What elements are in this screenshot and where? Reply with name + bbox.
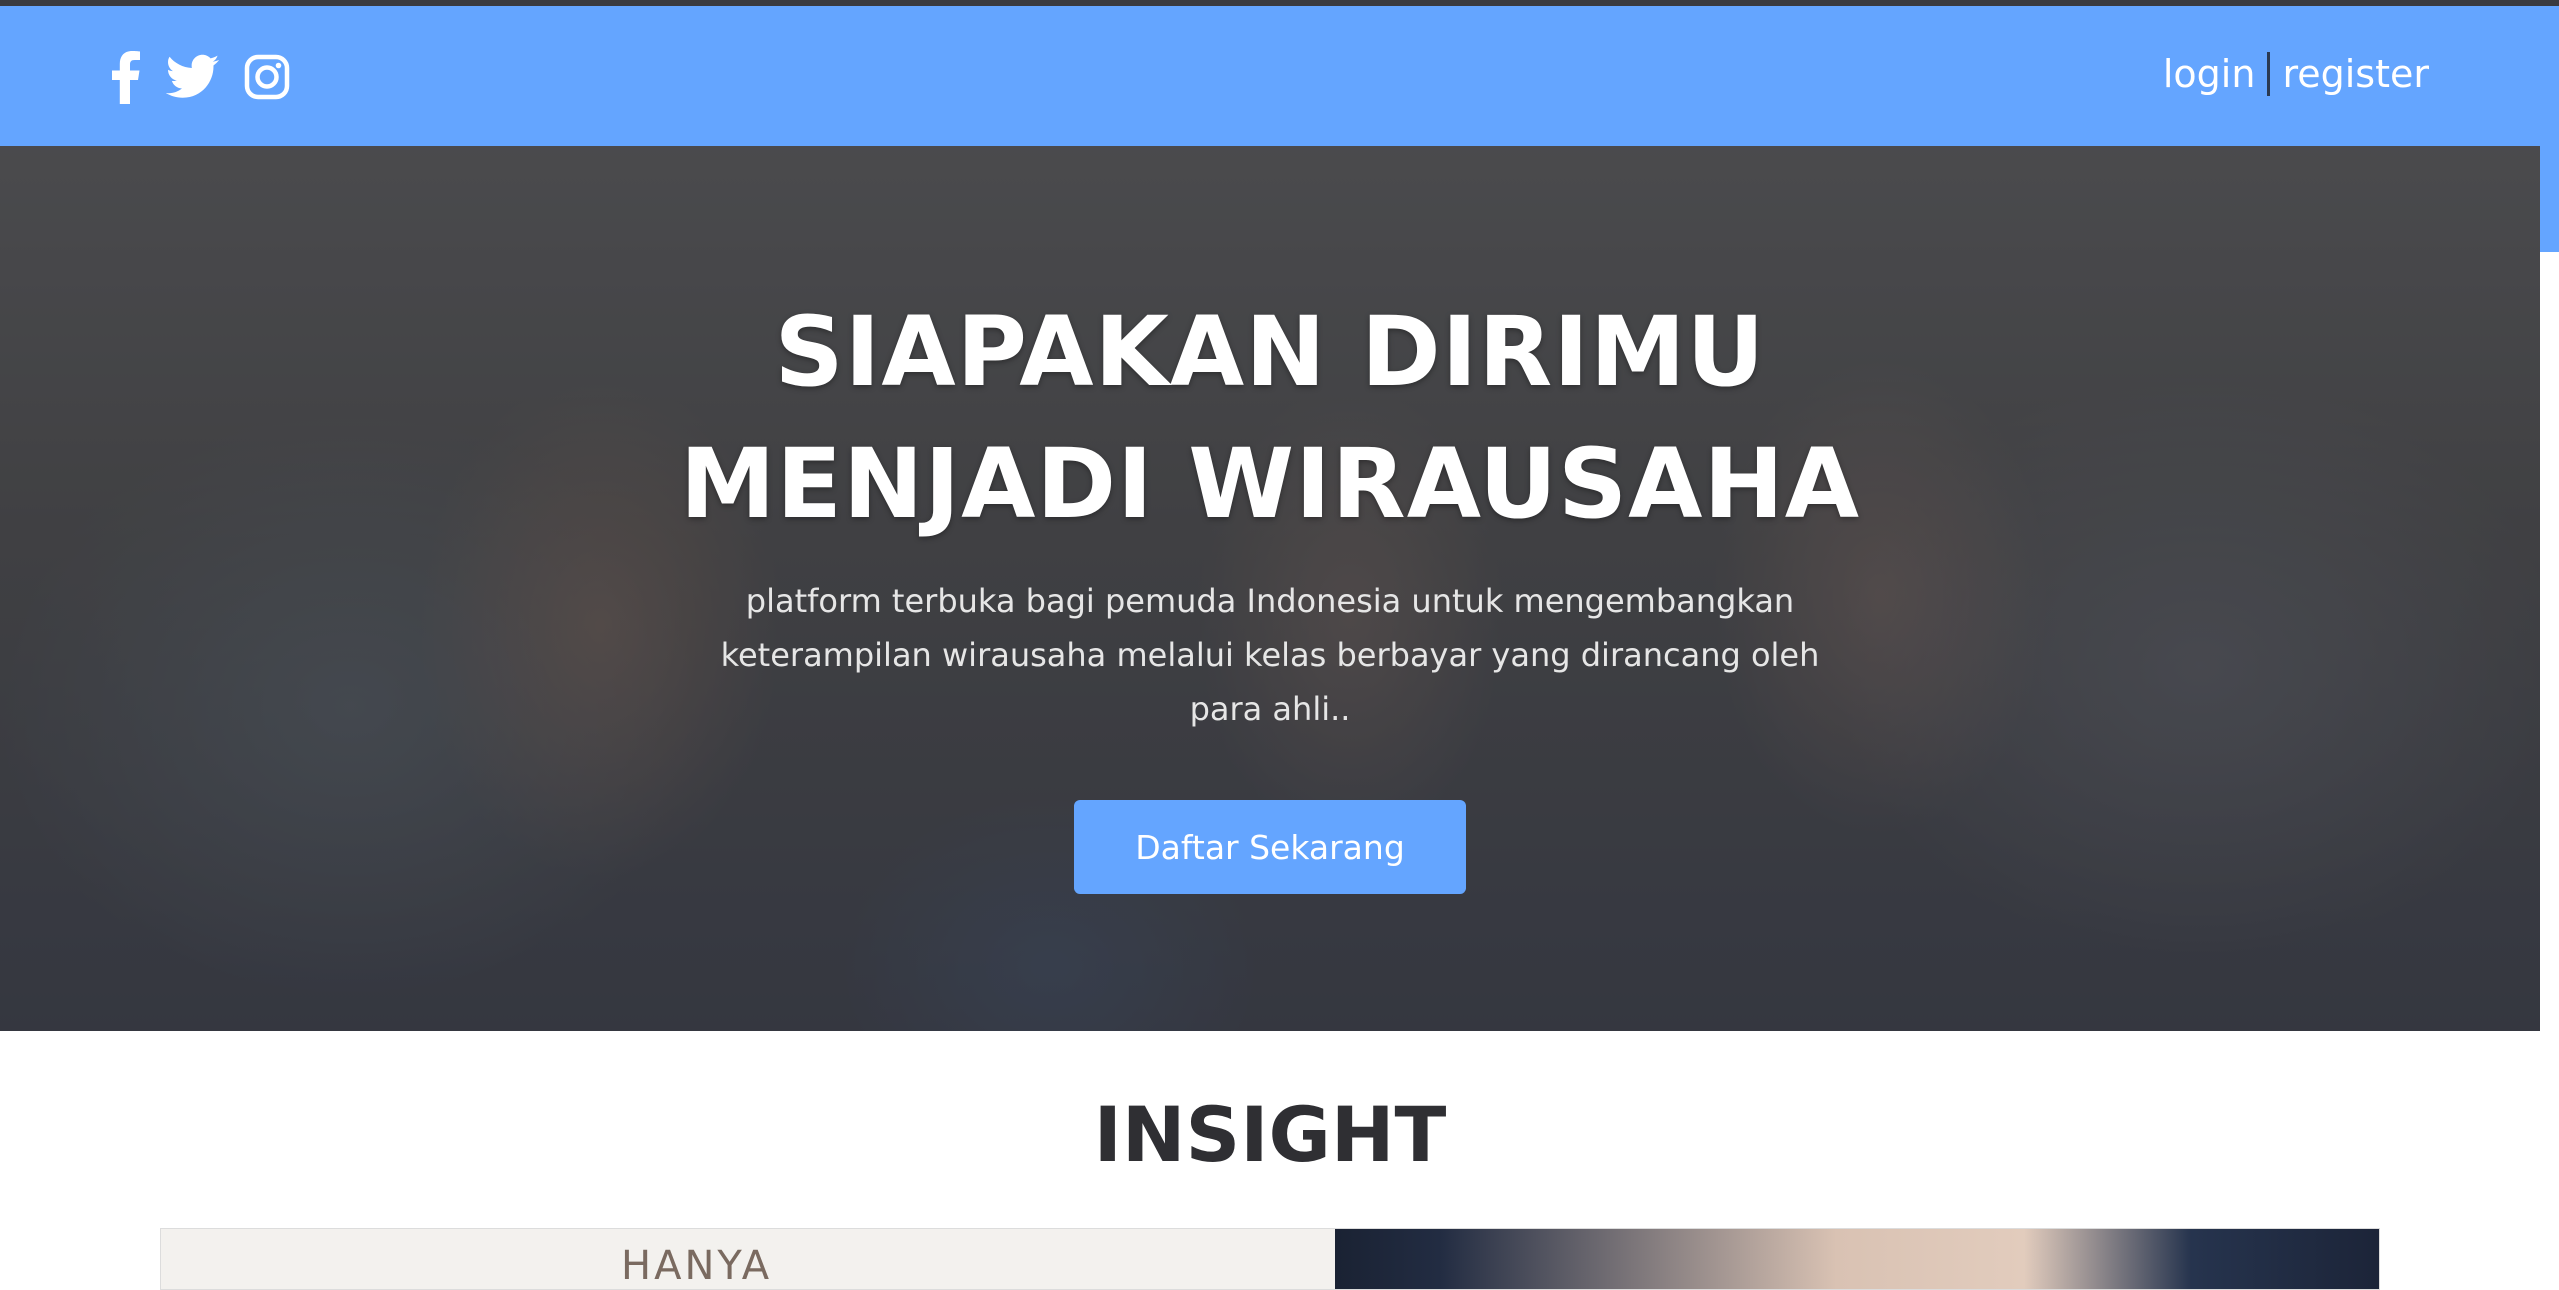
register-link[interactable]: register [2282, 52, 2429, 96]
hero-title: SIAPAKAN DIRIMU MENJADI WIRAUSAHA [570, 286, 1970, 550]
insight-card[interactable]: HANYA [160, 1228, 2380, 1290]
insight-heading: INSIGHT [1093, 1090, 1447, 1179]
twitter-icon[interactable] [165, 54, 220, 104]
insight-card-left: HANYA [161, 1229, 1335, 1289]
instagram-icon[interactable] [244, 54, 290, 104]
auth-links: login register [2163, 52, 2429, 96]
social-links [108, 50, 290, 108]
auth-divider [2267, 52, 2271, 96]
login-link[interactable]: login [2163, 52, 2256, 96]
hero-section: SIAPAKAN DIRIMU MENJADI WIRAUSAHA platfo… [0, 146, 2540, 1031]
insight-card-image [1335, 1229, 2379, 1289]
facebook-icon[interactable] [108, 50, 142, 108]
insight-card-text: HANYA [621, 1243, 773, 1289]
hero-subtitle: platform terbuka bagi pemuda Indonesia u… [720, 582, 1820, 728]
navbar: login register [0, 6, 2559, 146]
register-now-button[interactable]: Daftar Sekarang [1074, 800, 1466, 894]
hero-title-line-1: SIAPAKAN DIRIMU [774, 296, 1766, 408]
hero-title-line-2: MENJADI WIRAUSAHA [679, 428, 1861, 540]
hero-content: SIAPAKAN DIRIMU MENJADI WIRAUSAHA platfo… [0, 146, 2540, 1031]
navbar-edge [2540, 146, 2559, 252]
